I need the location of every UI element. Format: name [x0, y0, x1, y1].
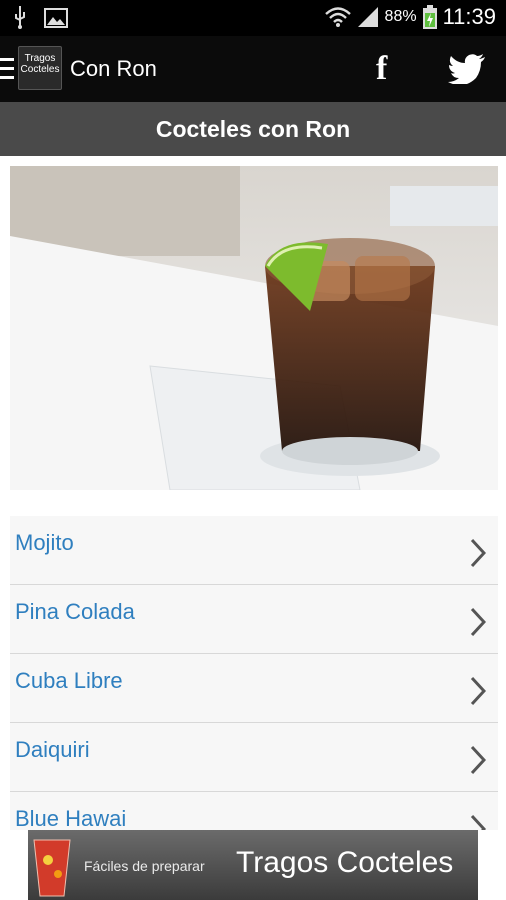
- list-item-label: Mojito: [15, 530, 74, 555]
- chevron-right-icon: [470, 538, 486, 568]
- cocktail-photo: [10, 166, 498, 490]
- section-title: Cocteles con Ron: [0, 102, 506, 156]
- app-title: Con Ron: [70, 56, 157, 81]
- clock: 11:39: [442, 4, 496, 29]
- list-item[interactable]: Pina Colada: [10, 585, 498, 654]
- twitter-icon[interactable]: [448, 54, 486, 84]
- ad-tagline: Fáciles de preparar: [84, 858, 205, 874]
- list-item-label: Cuba Libre: [15, 668, 123, 693]
- app-bar: Tragos Cocteles Con Ron f: [0, 36, 506, 102]
- list-item[interactable]: Cuba Libre: [10, 654, 498, 723]
- wifi-icon: [324, 7, 351, 27]
- image-icon: [44, 8, 68, 28]
- status-bar: 88% 11:39: [0, 0, 506, 36]
- ad-brand: Tragos Cocteles: [236, 846, 454, 879]
- chevron-right-icon: [470, 745, 486, 775]
- list-item-label: Pina Colada: [15, 599, 135, 624]
- ad-banner[interactable]: Fáciles de preparar Tragos Cocteles: [28, 830, 478, 900]
- chevron-right-icon: [470, 814, 486, 830]
- battery-percent: 88%: [384, 8, 417, 25]
- list-item[interactable]: Daiquiri: [10, 723, 498, 792]
- usb-icon: [15, 6, 25, 29]
- facebook-icon[interactable]: f: [376, 50, 387, 88]
- list-item-label: Blue Hawai: [15, 806, 127, 830]
- list-item[interactable]: Blue Hawai: [10, 792, 498, 830]
- battery-charging-icon: [422, 5, 437, 29]
- cocktail-glass-icon: [33, 839, 71, 897]
- chevron-right-icon: [470, 676, 486, 706]
- app-logo[interactable]: Tragos Cocteles: [18, 46, 62, 90]
- list-item[interactable]: Mojito: [10, 516, 498, 585]
- signal-icon: [357, 7, 378, 27]
- chevron-right-icon: [470, 607, 486, 637]
- menu-icon[interactable]: [0, 58, 14, 80]
- cocktail-list: Mojito Pina Colada Cuba Libre Daiquiri B…: [10, 516, 498, 830]
- list-item-label: Daiquiri: [15, 737, 90, 762]
